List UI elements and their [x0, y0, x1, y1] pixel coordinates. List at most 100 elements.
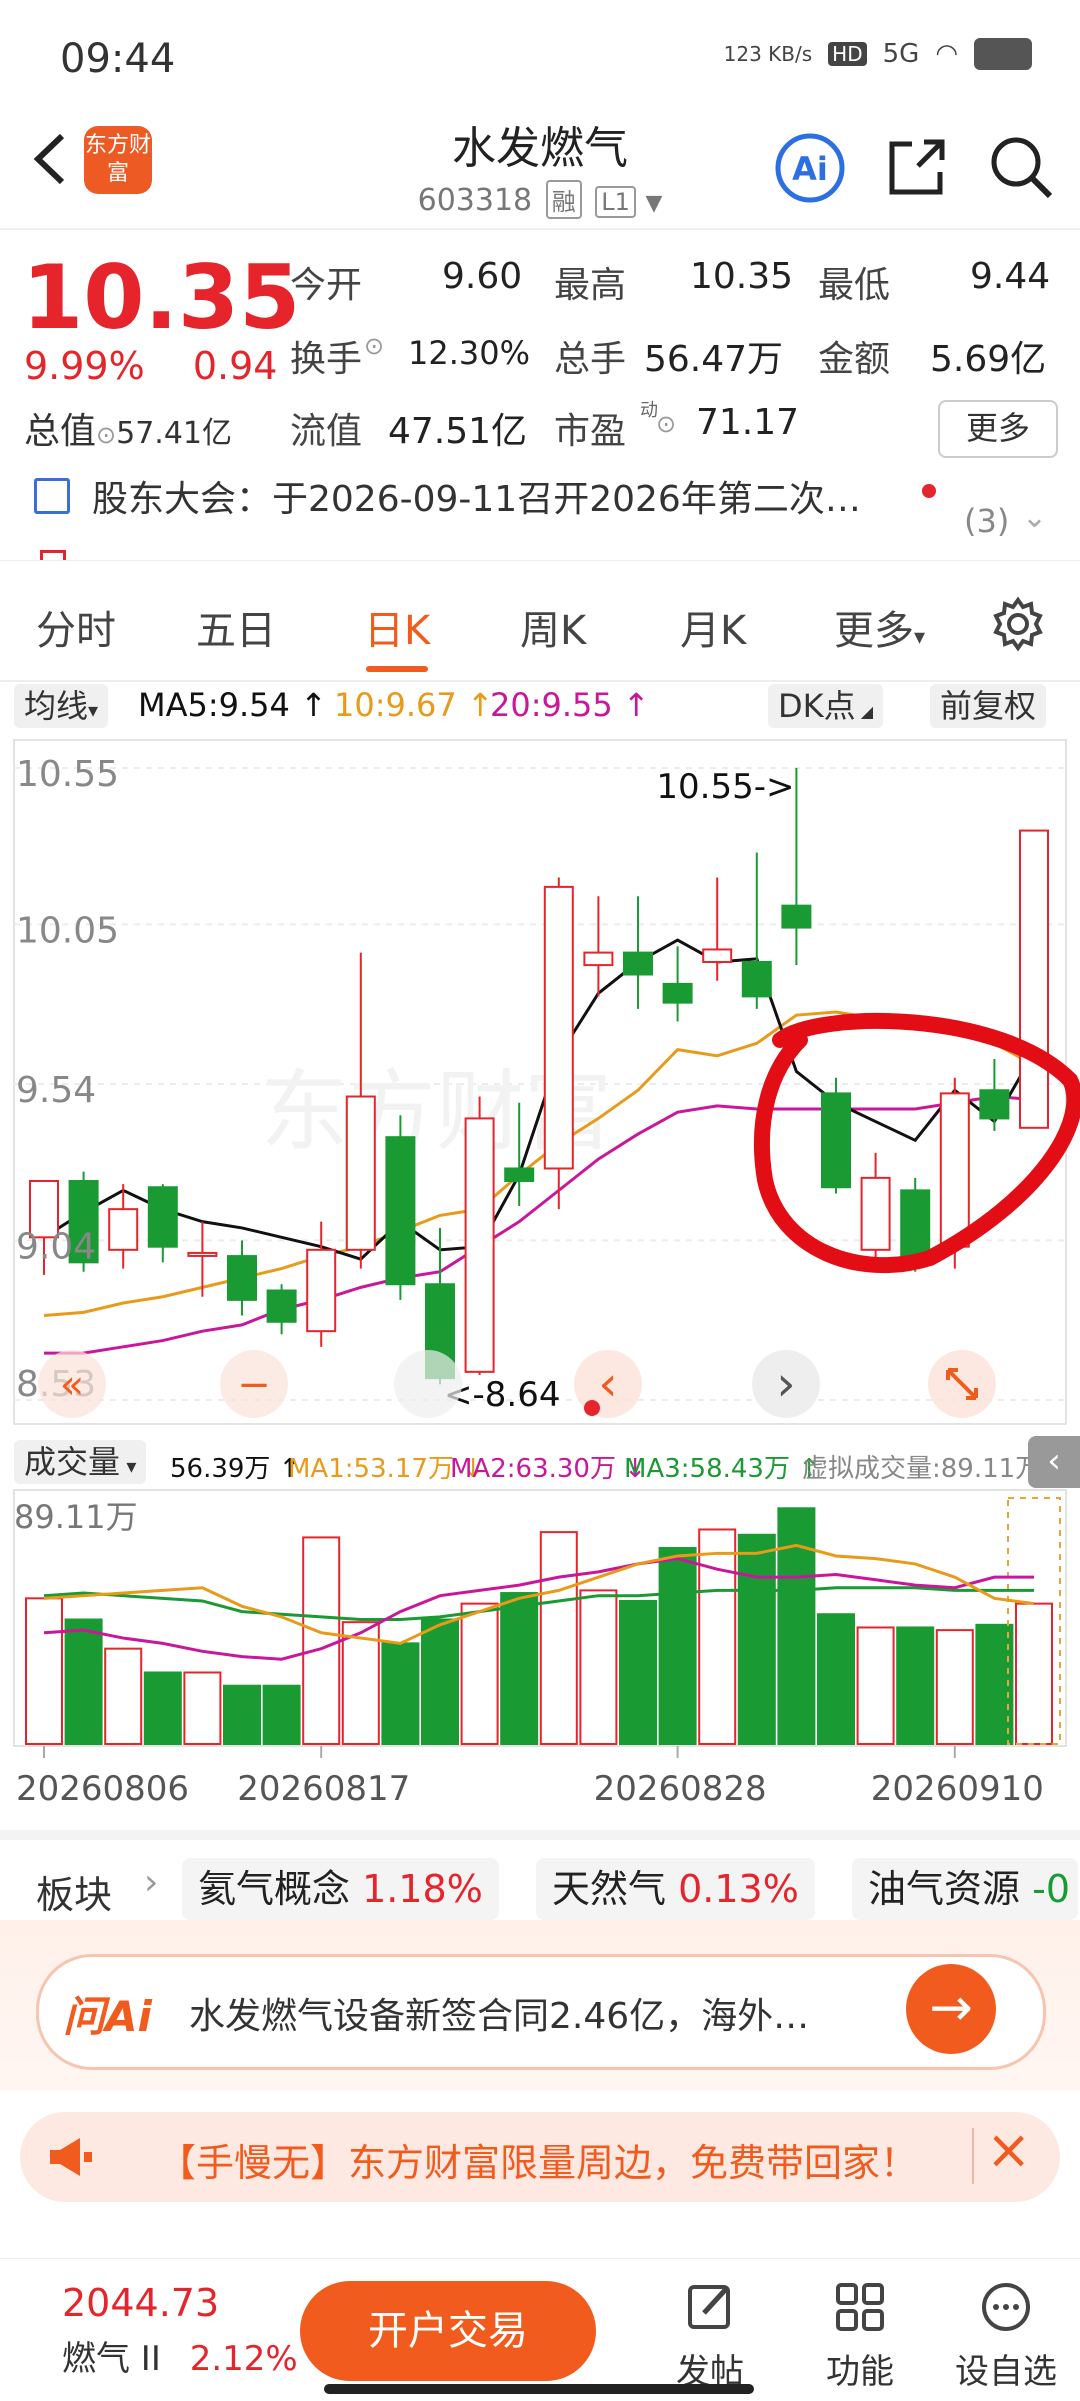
ai-question-box[interactable]: 问Ai 水发燃气设备新签合同2.46亿，海外…	[36, 1954, 1046, 2070]
post-button[interactable]: 发帖	[650, 2279, 770, 2393]
promo-divider	[972, 2128, 974, 2184]
functions-button[interactable]: 功能	[800, 2279, 920, 2393]
volume-bar	[104, 1647, 143, 1745]
pe-value: 71.17	[696, 402, 800, 443]
chevron-down-icon: ▾	[120, 1454, 137, 1478]
dk-label: DK点	[778, 687, 856, 725]
index-pct: 2.12%	[189, 2339, 298, 2379]
tab-five-day[interactable]: 五日	[196, 598, 276, 656]
change-amount: 0.94	[192, 344, 278, 388]
gear-icon[interactable]	[990, 596, 1046, 652]
volume-selector[interactable]: 成交量 ▾	[14, 1440, 147, 1484]
collapse-panel-button[interactable]: ‹	[1028, 1436, 1080, 1488]
chevron-down-icon: ▾	[88, 698, 99, 722]
float-value: 47.51亿	[388, 411, 528, 452]
promo-box[interactable]: 【手慢无】东方财富限量周边，免费带回家！ ×	[20, 2112, 1060, 2202]
share-icon[interactable]	[882, 132, 952, 202]
y-tick-label: 10.55	[16, 754, 119, 795]
sector-chip[interactable]: 氦气概念 1.18%	[182, 1858, 499, 1920]
turnover-label: 换手	[290, 339, 363, 380]
candle-body	[741, 960, 772, 998]
candle-body	[702, 948, 733, 963]
volume-bar	[223, 1684, 261, 1746]
volume-value: 56.47万	[644, 339, 784, 380]
chevron-down-icon: ▼	[645, 191, 663, 216]
megaphone-icon	[50, 2138, 92, 2176]
ma10-value: 10:9.67 ↑	[334, 686, 494, 724]
x-tick-label: 20260806	[16, 1769, 189, 1809]
zoom-in-button[interactable]	[394, 1350, 462, 1418]
info-icon[interactable]: ⊙	[96, 421, 116, 449]
ma-selector[interactable]: 均线▾	[14, 684, 109, 728]
quote-panel: 10.35 9.99% 0.94 总值⊙57.41亿 今开 9.60 最高 10…	[0, 240, 1080, 470]
sector-name: 天然气	[552, 1867, 667, 1911]
index-name: 燃气 II	[62, 2339, 161, 2379]
x-tick-label: 20260910	[871, 1769, 1044, 1809]
volume-bar	[183, 1671, 222, 1745]
volume-selector-label: 成交量	[24, 1443, 121, 1481]
ma-legend: 均线▾ MA5:9.54 ↑ 10:9.67 ↑ 20:9.55 ↑ DK点 ◢…	[0, 680, 1080, 732]
candle-body	[662, 982, 693, 1004]
last-price: 10.35	[22, 246, 301, 349]
candle-body	[266, 1289, 297, 1323]
candlestick-chart[interactable]: 东方财富 10.5510.059.549.048.53 10.55-> <-8.…	[0, 732, 1080, 1436]
ai-icon[interactable]: Ai	[772, 130, 848, 206]
amount-value: 5.69亿	[930, 339, 1047, 380]
price-change: 9.99% 0.94	[24, 344, 277, 388]
float-label: 流值	[290, 411, 363, 452]
mcap-label: 总值	[24, 411, 97, 452]
tab-daily-k[interactable]: 日K	[364, 598, 430, 656]
info-icon[interactable]: ⊙	[656, 410, 676, 438]
virtual-volume: 虚拟成交量:89.11万	[802, 1454, 1042, 1484]
tab-intraday[interactable]: 分时	[36, 598, 116, 656]
search-icon[interactable]	[986, 132, 1056, 202]
news-ticker[interactable]: 股东大会：于2026-09-11召开2026年第二次… (3) ⌄	[0, 470, 1080, 561]
x-tick-label: 20260828	[594, 1769, 767, 1809]
chevron-down-icon[interactable]: ⌄	[1022, 500, 1047, 535]
volume-bar	[25, 1597, 63, 1745]
sector-pct: 1.18%	[362, 1867, 483, 1911]
candle-body	[187, 1251, 218, 1257]
close-icon[interactable]: ×	[986, 2118, 1031, 2181]
promo-banner: 【手慢无】东方财富限量周边，免费带回家！ ×	[0, 2090, 1080, 2230]
tab-more[interactable]: 更多▾	[834, 598, 925, 656]
add-watchlist-button[interactable]: 设自选	[946, 2279, 1066, 2393]
news-icon	[34, 478, 70, 514]
candle-body	[227, 1255, 257, 1301]
unread-dot	[922, 484, 936, 498]
volume-legend: 成交量 ▾ 56.39万 ↑ MA1:53.17万 ↓ MA2:63.30万 ↓…	[0, 1436, 1080, 1488]
volume-chart[interactable]: 89.11万 20260806 20260817 20260828 20260910	[0, 1488, 1080, 1830]
open-account-trade-button[interactable]: 开户交易	[300, 2281, 596, 2381]
margin-tag: 融	[545, 180, 582, 219]
sector-index[interactable]: 2044.73 燃气 II 2.12%	[62, 2281, 298, 2380]
info-icon[interactable]: ⊙	[364, 332, 384, 360]
sector-chip[interactable]: 油气资源 -0	[852, 1858, 1078, 1920]
ma20-value: 20:9.55 ↑	[490, 686, 650, 724]
chevron-right-icon[interactable]: ›	[144, 1862, 158, 1903]
dk-point-toggle[interactable]: DK点 ◢	[768, 684, 884, 728]
tab-monthly-k[interactable]: 月K	[680, 598, 746, 656]
more-button[interactable]: 更多	[938, 400, 1058, 458]
adjust-toggle[interactable]: 前复权	[930, 684, 1047, 728]
y-tick-label: 9.54	[16, 1070, 96, 1111]
sector-chip[interactable]: 天然气 0.13%	[536, 1858, 815, 1920]
sector-pct: 0.13%	[678, 1867, 799, 1911]
y-tick-label: 10.05	[16, 910, 119, 951]
candle-body	[1019, 829, 1049, 1129]
volume-bar	[1015, 1602, 1053, 1746]
volume-bar	[737, 1533, 776, 1745]
candle-body	[306, 1248, 337, 1333]
ai-go-button[interactable]: →	[906, 1964, 996, 2054]
status-icons: 123 KB/s HD 5G ◠	[724, 38, 1032, 70]
bottom-toolbar: 2044.73 燃气 II 2.12% 开户交易 发帖 功能 设自选	[0, 2258, 1080, 2401]
sector-label: 板块	[36, 1873, 113, 1917]
chevron-left-icon: ‹	[598, 1356, 617, 1412]
volume-bar	[539, 1531, 578, 1746]
index-row: 燃气 II 2.12%	[62, 2331, 298, 2380]
sector-name: 氦气概念	[198, 1867, 351, 1911]
edit-icon	[688, 2285, 730, 2329]
add-watchlist-label: 设自选	[955, 2352, 1057, 2392]
volume-label: 总手	[554, 339, 627, 380]
tab-weekly-k[interactable]: 周K	[520, 598, 586, 656]
candle-body	[108, 1208, 139, 1251]
